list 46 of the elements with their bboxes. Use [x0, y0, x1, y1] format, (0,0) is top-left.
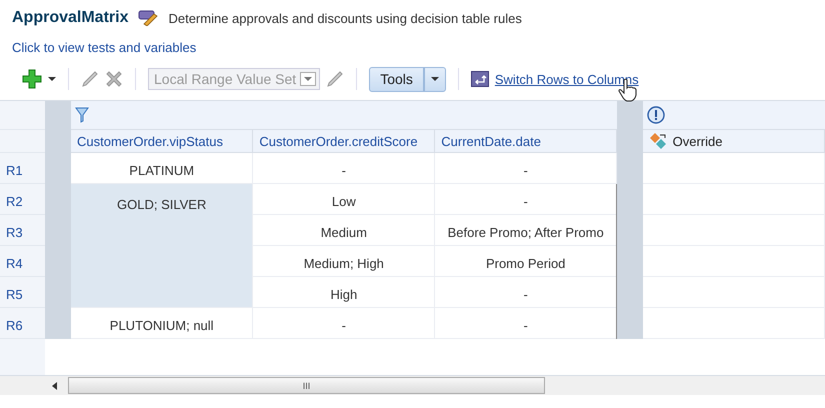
row-label[interactable]: R6	[0, 308, 45, 338]
dropdown-caret-icon[interactable]	[48, 76, 56, 82]
column-header[interactable]: Override	[672, 134, 722, 148]
table-cell[interactable]: Medium; High	[252, 246, 435, 276]
view-tests-link[interactable]: Click to view tests and variables	[12, 40, 196, 55]
scrollbar-thumb[interactable]: III	[68, 377, 545, 394]
column-header[interactable]: CustomerOrder.vipStatus	[71, 130, 253, 152]
dropdown-caret-icon	[300, 72, 316, 86]
column-header[interactable]: CustomerOrder.creditScore	[252, 130, 435, 152]
table-description: Determine approvals and discounts using decision table rules	[168, 10, 522, 26]
table-cell[interactable]: -	[434, 184, 617, 214]
table-cell[interactable]: -	[434, 276, 617, 308]
filter-icon[interactable]	[75, 107, 89, 123]
diamonds-icon	[648, 132, 669, 150]
table-cell[interactable]: PLUTONIUM; null	[71, 308, 253, 338]
scroll-left-icon[interactable]	[52, 382, 58, 390]
row-label[interactable]: R2	[0, 184, 45, 214]
row-label[interactable]: R1	[0, 152, 45, 184]
info-icon[interactable]	[646, 106, 665, 124]
pencil-icon[interactable]	[326, 70, 344, 88]
table-cell[interactable]: -	[252, 308, 435, 338]
table-cell[interactable]: GOLD; SILVER	[71, 184, 253, 308]
table-cell[interactable]: -	[252, 152, 435, 184]
table-cell[interactable]: Low	[252, 184, 435, 214]
table-cell[interactable]: Before Promo; After Promo	[434, 214, 617, 246]
table-cell[interactable]: -	[434, 152, 617, 184]
horizontal-scrollbar[interactable]: III	[0, 376, 825, 395]
pencil-icon[interactable]	[81, 70, 99, 88]
caret-icon	[430, 76, 439, 82]
column-header[interactable]: CurrentDate.date	[434, 130, 617, 152]
corner-cell	[0, 130, 45, 152]
table-cell[interactable]: Medium	[252, 214, 435, 246]
table-cell[interactable]: High	[252, 276, 435, 308]
delete-icon[interactable]	[105, 70, 123, 88]
edit-pencil-icon[interactable]	[138, 10, 158, 26]
row-header-background	[0, 339, 45, 375]
table-cell[interactable]: -	[434, 308, 617, 338]
switch-rows-icon[interactable]	[470, 71, 489, 87]
row-label[interactable]: R4	[0, 246, 45, 276]
table-title: ApprovalMatrix	[12, 9, 128, 27]
row-label[interactable]: R5	[0, 276, 45, 308]
tools-dropdown-button[interactable]	[424, 66, 446, 92]
add-icon[interactable]	[22, 69, 42, 89]
tools-button[interactable]: Tools	[369, 66, 424, 92]
row-label[interactable]: R3	[0, 214, 45, 246]
table-cell[interactable]: Promo Period	[434, 246, 617, 276]
